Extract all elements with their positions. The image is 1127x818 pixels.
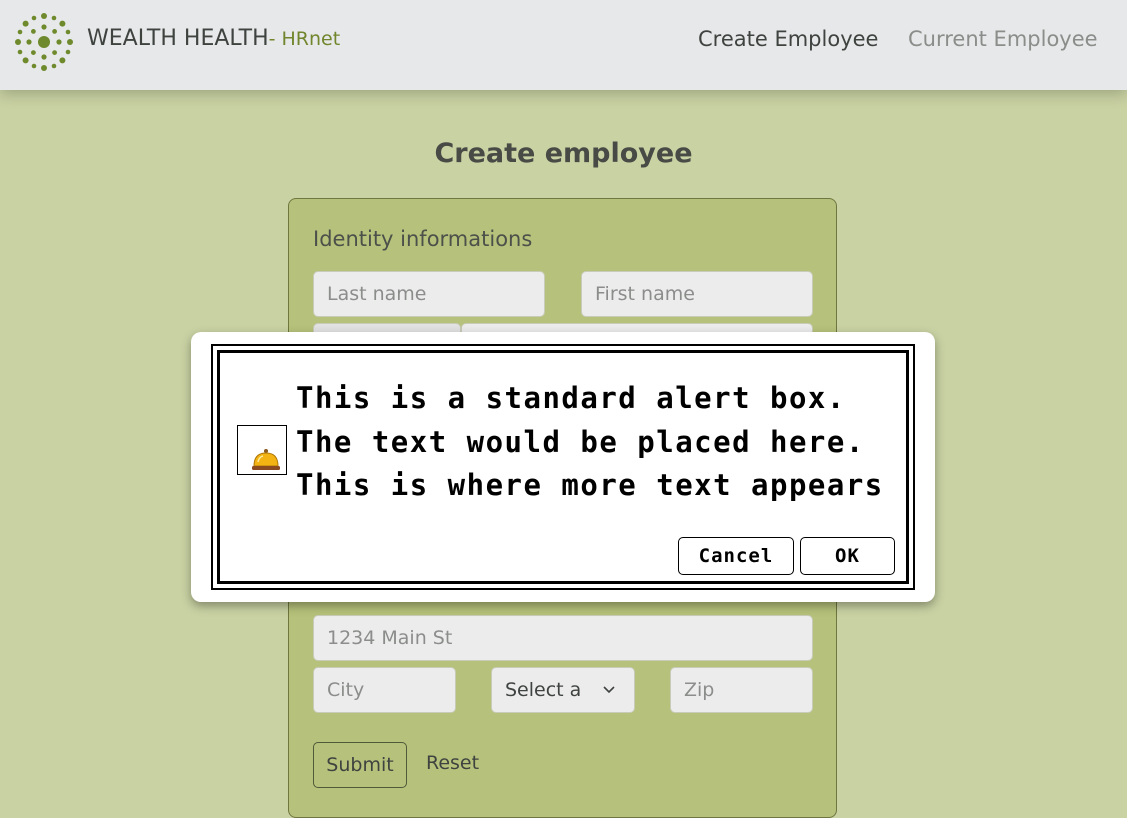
nav-current-employee[interactable]: Current Employee <box>908 27 1098 51</box>
alert-inner-frame: This is a standard alert box. The text w… <box>217 350 909 584</box>
nav-create-employee[interactable]: Create Employee <box>698 27 878 51</box>
last-name-input[interactable]: Last name <box>313 271 545 317</box>
brand-sub: - HRnet <box>268 28 341 50</box>
state-selected-value: Select a <box>505 679 582 701</box>
ok-button[interactable]: OK <box>800 537 895 575</box>
brand: WEALTH HEALTH- HRnet <box>87 26 340 51</box>
city-input[interactable]: City <box>313 667 456 713</box>
alert-message: This is a standard alert box. The text w… <box>296 381 884 502</box>
zip-placeholder: Zip <box>684 679 715 701</box>
first-name-placeholder: First name <box>595 283 695 305</box>
service-bell-icon <box>237 425 287 475</box>
reset-button[interactable]: Reset <box>426 752 479 774</box>
alert-outer-frame: This is a standard alert box. The text w… <box>211 344 915 590</box>
leaf-wreath-logo[interactable] <box>14 12 74 72</box>
cancel-button[interactable]: Cancel <box>678 537 794 575</box>
street-input[interactable]: 1234 Main St <box>313 615 813 661</box>
zip-input[interactable]: Zip <box>670 667 813 713</box>
city-placeholder: City <box>327 679 365 701</box>
state-select[interactable]: Select a <box>491 667 635 713</box>
alert-modal: This is a standard alert box. The text w… <box>191 332 935 602</box>
chevron-down-icon <box>603 686 615 694</box>
section-identity-title: Identity informations <box>313 227 533 251</box>
page-title: Create employee <box>434 138 693 169</box>
last-name-placeholder: Last name <box>327 283 427 305</box>
brand-name: WEALTH HEALTH <box>87 26 269 51</box>
street-placeholder: 1234 Main St <box>327 627 453 649</box>
first-name-input[interactable]: First name <box>581 271 813 317</box>
navbar: WEALTH HEALTH- HRnet Create Employee Cur… <box>0 0 1127 90</box>
submit-button[interactable]: Submit <box>313 742 407 788</box>
